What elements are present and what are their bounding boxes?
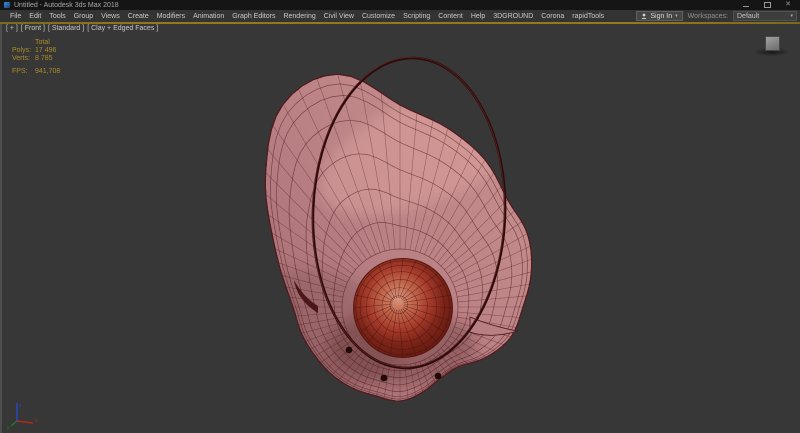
- axis-x-label: x: [35, 418, 38, 424]
- menu-file[interactable]: File: [6, 13, 25, 20]
- window-controls: ✕: [742, 1, 797, 9]
- viewport-front[interactable]: [ + ][ Front ][ Standard ][ Clay + Edged…: [0, 24, 800, 433]
- viewport-label-segment-2[interactable]: [ Standard ]: [48, 25, 84, 32]
- menu-tools[interactable]: Tools: [45, 13, 69, 20]
- menu-rendering[interactable]: Rendering: [279, 13, 319, 20]
- viewport-label-segment-0[interactable]: [ + ]: [6, 25, 18, 32]
- view-cube[interactable]: [755, 35, 789, 59]
- workspaces-label: Workspaces:: [688, 13, 728, 20]
- app-logo-icon: [4, 2, 10, 8]
- minimize-icon[interactable]: [742, 1, 750, 9]
- menu-group[interactable]: Group: [70, 13, 97, 20]
- menu-customize[interactable]: Customize: [358, 13, 399, 20]
- main-menus: FileEditToolsGroupViewsCreateModifiersAn…: [6, 13, 608, 20]
- chevron-down-icon: ▾: [675, 14, 678, 19]
- axis-y-label: y: [7, 425, 10, 430]
- stats-label: Verts:: [12, 55, 35, 63]
- stats-total-header: Total: [35, 39, 60, 47]
- menu-rapidtools[interactable]: rapidTools: [568, 13, 608, 20]
- user-icon: [641, 13, 647, 19]
- stats-row-fps: FPS:941,708: [12, 68, 60, 76]
- viewport-label-segment-3[interactable]: [ Clay + Edged Faces ]: [87, 25, 158, 32]
- menu-corona[interactable]: Corona: [537, 13, 568, 20]
- stats-label: Polys:: [12, 47, 35, 55]
- menu-modifiers[interactable]: Modifiers: [153, 13, 189, 20]
- stats-value: 17 496: [35, 47, 56, 55]
- viewcube-cube[interactable]: [765, 36, 780, 51]
- axis-z-label: z: [19, 403, 22, 409]
- world-axis-gizmo: z x y: [6, 400, 46, 430]
- menu-bar: FileEditToolsGroupViewsCreateModifiersAn…: [0, 10, 800, 22]
- menu-animation[interactable]: Animation: [189, 13, 228, 20]
- close-icon[interactable]: ✕: [784, 1, 792, 9]
- stats-value: 8 785: [35, 55, 53, 63]
- stats-label: FPS:: [12, 68, 35, 76]
- stats-row-verts: Verts:8 785: [12, 55, 60, 63]
- menu-civil-view[interactable]: Civil View: [320, 13, 358, 20]
- workspaces-dropdown[interactable]: Default ▾: [733, 11, 797, 21]
- menu-graph-editors[interactable]: Graph Editors: [228, 13, 279, 20]
- menu-bar-right: Sign In ▾ Workspaces: Default ▾: [636, 11, 797, 21]
- viewport-statistics: TotalPolys:17 496Verts:8 785FPS:941,708: [12, 39, 60, 76]
- menu-scripting[interactable]: Scripting: [399, 13, 434, 20]
- stats-row-polys: Polys:17 496: [12, 47, 60, 55]
- window-title: Untitled - Autodesk 3ds Max 2018: [14, 2, 119, 9]
- menu-create[interactable]: Create: [124, 13, 153, 20]
- stats-value: 941,708: [35, 68, 60, 76]
- maximize-icon[interactable]: [763, 1, 771, 9]
- menu-help[interactable]: Help: [467, 13, 489, 20]
- sign-in-button[interactable]: Sign In ▾: [636, 11, 682, 21]
- sign-in-label: Sign In: [650, 13, 672, 20]
- menu-edit[interactable]: Edit: [25, 13, 45, 20]
- chevron-down-icon: ▾: [790, 14, 793, 19]
- workspaces-value: Default: [737, 13, 759, 20]
- menu-3dground[interactable]: 3DGROUND: [489, 13, 537, 20]
- viewport-label: [ + ][ Front ][ Standard ][ Clay + Edged…: [6, 25, 158, 32]
- application-window: Untitled - Autodesk 3ds Max 2018 ✕ FileE…: [0, 0, 800, 433]
- scene-3d[interactable]: [0, 24, 800, 433]
- menu-content[interactable]: Content: [434, 13, 467, 20]
- viewport-label-segment-1[interactable]: [ Front ]: [21, 25, 45, 32]
- menu-views[interactable]: Views: [97, 13, 124, 20]
- title-bar: Untitled - Autodesk 3ds Max 2018 ✕: [0, 0, 800, 10]
